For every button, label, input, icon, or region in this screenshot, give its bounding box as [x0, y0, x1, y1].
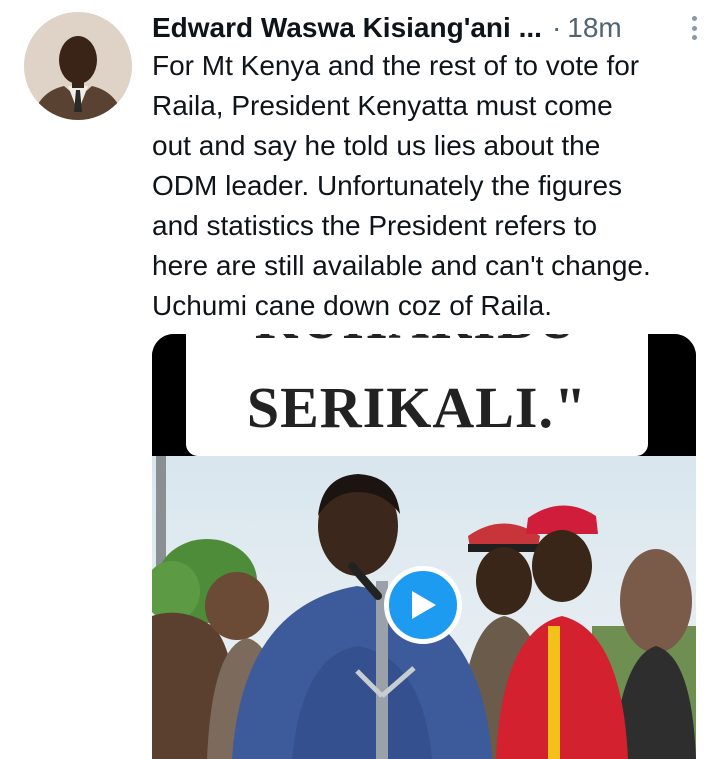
play-button[interactable]: [384, 566, 462, 644]
avatar-photo: [24, 12, 132, 120]
separator-dot: ·: [551, 12, 562, 43]
video-caption-main: SERIKALI.": [246, 375, 588, 440]
video-media[interactable]: KUHARIBU SERIKALI.": [152, 334, 696, 759]
tweet-timestamp[interactable]: 18m: [567, 12, 621, 44]
tweet-text: For Mt Kenya and the rest of to vote for…: [152, 50, 651, 321]
video-caption-box: KUHARIBU SERIKALI.": [186, 334, 648, 456]
author-name[interactable]: Edward Waswa Kisiang'ani ...: [152, 12, 542, 44]
author-avatar[interactable]: [24, 12, 132, 120]
video-caption-partial: KUHARIBU: [186, 334, 648, 352]
tweet-header: Edward Waswa Kisiang'ani ... · 18m: [152, 8, 704, 48]
video-caption-band: KUHARIBU SERIKALI.": [152, 334, 696, 456]
more-options-icon[interactable]: [684, 13, 704, 43]
play-icon: [412, 591, 436, 619]
